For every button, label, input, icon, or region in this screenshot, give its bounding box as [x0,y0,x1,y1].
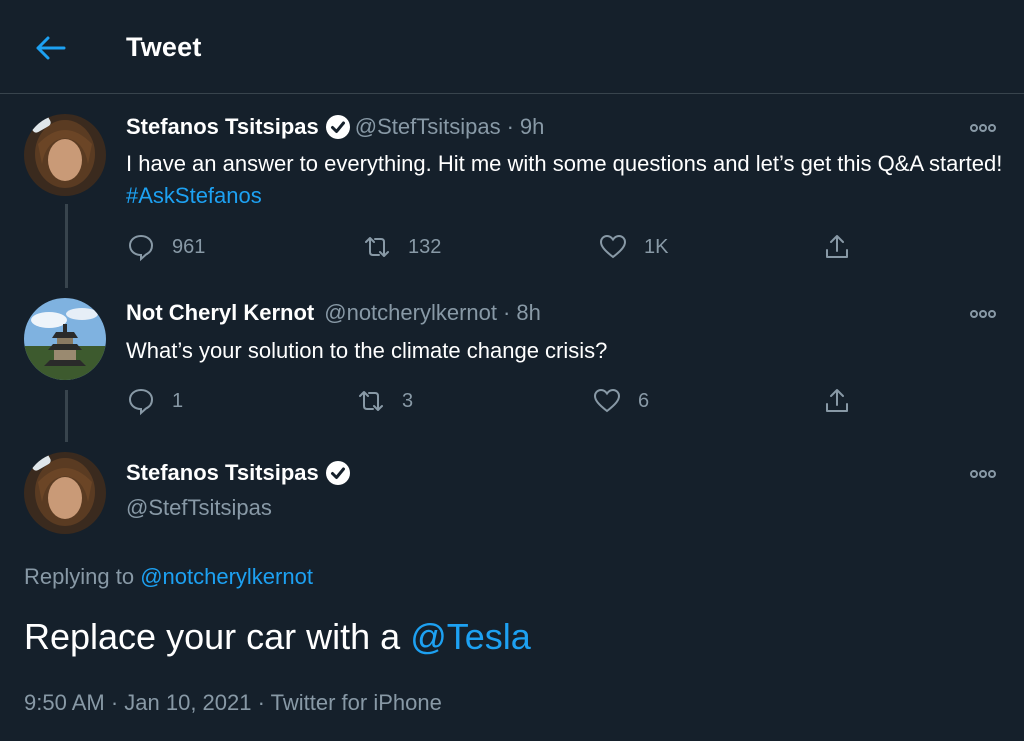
avatar[interactable] [24,452,106,534]
thread-line [65,204,68,288]
author-handle[interactable]: @StefTsitsipas [126,495,272,521]
avatar[interactable] [24,298,106,380]
retweet-icon [365,237,389,257]
reply-icon [128,234,154,262]
heart-icon [599,234,627,259]
tweet-header: Not Cheryl Kernot @notcherylkernot · 8h [126,300,541,326]
share-button[interactable] [822,386,852,416]
replying-to-link[interactable]: @notcherylkernot [140,564,313,589]
author-name[interactable]: Stefanos Tsitsipas [126,114,319,140]
more-options-icon[interactable] [968,466,998,482]
tweet-time[interactable]: 9h [520,114,544,140]
retweet-button[interactable]: 132 [362,232,441,262]
reply-button[interactable]: 961 [126,232,205,262]
author-name-text: Stefanos Tsitsipas [126,460,319,485]
verified-badge-icon [325,460,351,486]
share-icon [826,389,848,412]
author-name[interactable]: Not Cheryl Kernot [126,300,314,326]
share-icon [826,235,848,258]
mention-link[interactable]: @Tesla [410,616,531,657]
separator: · [506,114,514,139]
replying-prefix: Replying to [24,564,135,589]
reply-count: 961 [172,235,206,258]
more-options-icon[interactable] [968,120,998,136]
retweet-icon [359,391,383,411]
replying-to: Replying to @notcherylkernot [24,564,313,590]
hashtag-link[interactable]: #AskStefanos [126,183,262,208]
more-options-icon[interactable] [968,306,998,322]
share-button[interactable] [822,232,852,262]
author-handle[interactable]: @StefTsitsipas [355,114,501,140]
author-name[interactable]: Stefanos Tsitsipas [126,460,355,486]
tweet-timestamp[interactable]: 9:50 AM · Jan 10, 2021 · Twitter for iPh… [24,690,442,716]
author-handle[interactable]: @notcherylkernot [324,300,497,326]
retweet-count: 132 [408,235,442,258]
like-count: 6 [638,389,650,412]
tweet-time[interactable]: 8h [516,300,540,326]
like-button[interactable]: 1K [598,232,668,262]
tweet-actions: 1 3 6 [126,386,866,416]
reply-count: 1 [172,389,184,412]
tweet-actions: 961 132 1K [126,232,866,262]
tweet-header: Stefanos Tsitsipas @StefTsitsipas · 9h [126,114,544,140]
verified-badge-icon [325,114,351,140]
tweet-text: What’s your solution to the climate chan… [126,338,608,363]
arrow-left-icon[interactable] [30,30,70,66]
separator: · [503,300,511,325]
like-button[interactable]: 6 [592,386,649,416]
page-title: Tweet [126,32,202,62]
thread-line [65,390,68,442]
reply-icon [128,388,154,416]
tweet-text: I have an answer to everything. Hit me w… [126,148,1006,212]
avatar[interactable] [24,114,106,196]
tweet-body: I have an answer to everything. Hit me w… [126,151,1003,176]
reply-button[interactable]: 1 [126,386,183,416]
like-count: 1K [644,235,669,258]
top-bar: Tweet [0,0,1024,94]
retweet-count: 3 [402,389,414,412]
main-tweet-text: Replace your car with a @Tesla [24,616,531,658]
main-tweet-body: Replace your car with a [24,616,401,657]
heart-icon [593,388,621,413]
retweet-button[interactable]: 3 [356,386,413,416]
